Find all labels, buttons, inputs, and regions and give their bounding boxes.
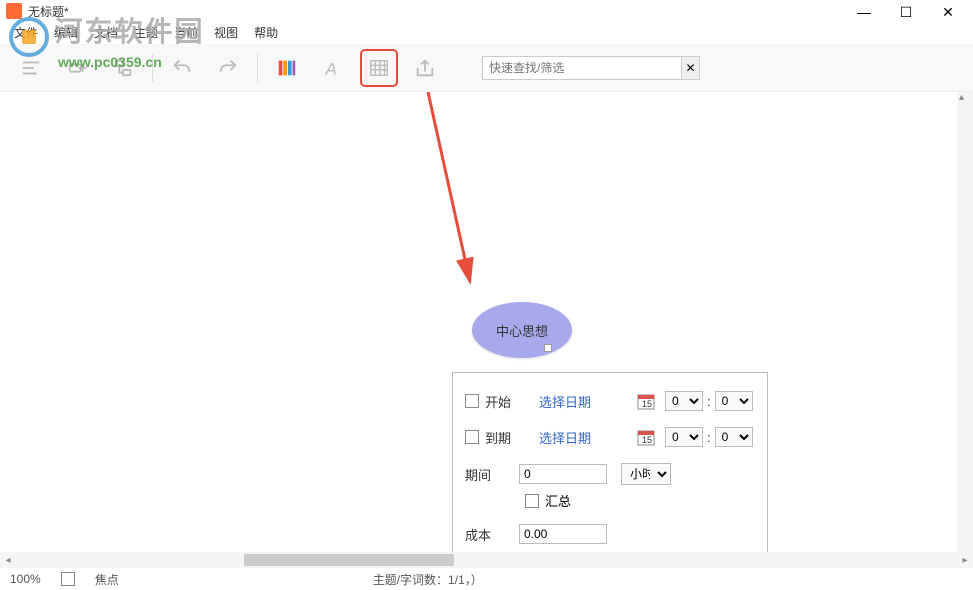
duration-summary-checkbox[interactable] [525,494,539,508]
end-label: 到期 [485,428,539,447]
zoom-level[interactable]: 100% [10,572,41,586]
font-button[interactable]: A [316,51,350,85]
focus-label: 焦点 [95,571,119,588]
svg-text:A: A [325,60,337,78]
duration-label: 期间 [465,465,519,484]
time-colon: : [707,430,711,445]
share-button[interactable] [408,51,442,85]
calendar-icon[interactable]: 15 [637,392,655,410]
duration-input[interactable] [519,464,607,484]
search-clear-button[interactable]: ✕ [682,56,700,80]
duration-unit-select[interactable]: 小时 [621,463,671,485]
task-panel: 开始 选择日期 15 0 : 0 到期 选择日期 15 0 : 0 期间 小时 … [452,372,768,552]
start-hour-select[interactable]: 0 [665,391,703,411]
menu-view[interactable]: 视图 [206,22,246,44]
watermark: 河东软件园 www.pc0359.cn [8,10,204,70]
duration-row: 期间 小时 [465,463,755,485]
calendar-icon[interactable]: 15 [637,428,655,446]
node-handle[interactable] [544,344,552,352]
toolbar-separator [257,54,258,82]
focus-checkbox[interactable] [61,572,75,586]
maximize-button[interactable]: ☐ [891,2,921,22]
cost-input[interactable] [519,524,607,544]
window-controls: — ☐ ✕ [849,2,963,22]
cost-row: 成本 [465,524,755,544]
end-row: 到期 选择日期 15 0 : 0 [465,427,755,447]
time-colon: : [707,394,711,409]
statusbar: 100% 焦点 主题/字词数：1/1，） [0,568,973,590]
minimize-button[interactable]: — [849,2,879,22]
svg-text:15: 15 [642,435,652,445]
annotation-arrow [0,92,700,392]
redo-button[interactable] [211,51,245,85]
watermark-text: 河东软件园 [54,17,204,48]
center-node-label: 中心思想 [496,321,548,340]
start-row: 开始 选择日期 15 0 : 0 [465,391,755,411]
scroll-right-arrow[interactable]: ▸ [957,552,973,568]
search-container: ✕ [482,56,700,80]
svg-text:15: 15 [642,399,652,409]
start-date-link[interactable]: 选择日期 [539,392,591,411]
scroll-up-arrow[interactable]: ▴ [959,92,964,103]
end-date-link[interactable]: 选择日期 [539,428,591,447]
horizontal-scrollbar[interactable]: ◂ ▸ [0,552,973,568]
duration-summary-row: 汇总 [525,491,755,510]
canvas[interactable]: ▴ 中心思想 开始 选择日期 15 0 : 0 到期 选择日期 15 0 : 0 [0,92,973,552]
search-input[interactable] [482,56,682,80]
start-label: 开始 [485,392,539,411]
vertical-scrollbar[interactable]: ▴ [957,92,973,552]
calendar-button[interactable] [362,51,396,85]
summary-label: 汇总 [545,491,571,510]
center-node[interactable]: 中心思想 [472,302,572,358]
color-button[interactable] [270,51,304,85]
scroll-left-arrow[interactable]: ◂ [0,552,16,568]
close-button[interactable]: ✕ [933,2,963,22]
menu-help[interactable]: 帮助 [246,22,286,44]
end-hour-select[interactable]: 0 [665,427,703,447]
end-minute-select[interactable]: 0 [715,427,753,447]
scroll-thumb[interactable] [244,554,454,566]
cost-label: 成本 [465,525,519,544]
word-count: 主题/字词数：1/1，） [373,571,483,588]
start-checkbox[interactable] [465,394,479,408]
end-checkbox[interactable] [465,430,479,444]
start-minute-select[interactable]: 0 [715,391,753,411]
